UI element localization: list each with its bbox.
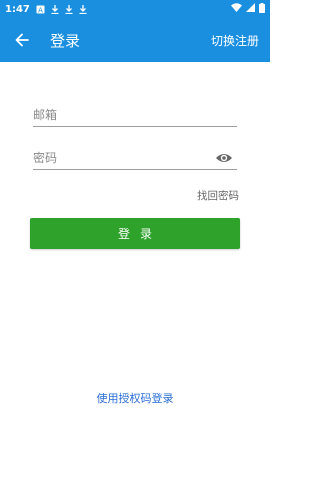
status-bar: 1:47 A bbox=[0, 0, 270, 18]
download-icon bbox=[51, 4, 59, 14]
password-field-container bbox=[33, 146, 237, 170]
email-field-container bbox=[33, 103, 237, 127]
auth-code-login-link[interactable]: 使用授权码登录 bbox=[0, 390, 270, 406]
download-icon bbox=[79, 4, 87, 14]
page-title: 登录 bbox=[50, 31, 81, 50]
eye-icon bbox=[216, 154, 232, 162]
status-system-icons bbox=[231, 2, 265, 16]
app-bar: 登录 切换注册 bbox=[0, 18, 270, 62]
signal-icon bbox=[246, 3, 255, 15]
status-notification-icons: A bbox=[36, 4, 87, 14]
download-icon bbox=[65, 4, 73, 14]
svg-text:A: A bbox=[38, 6, 43, 14]
login-button[interactable]: 登录 bbox=[30, 218, 240, 249]
battery-icon bbox=[259, 2, 265, 16]
show-password-toggle[interactable] bbox=[215, 149, 233, 167]
email-input[interactable] bbox=[33, 107, 237, 122]
status-time: 1:47 bbox=[5, 3, 30, 15]
back-arrow-icon bbox=[15, 33, 29, 47]
back-button[interactable] bbox=[4, 18, 40, 62]
switch-register-button[interactable]: 切换注册 bbox=[211, 32, 259, 49]
forgot-password-link[interactable]: 找回密码 bbox=[197, 188, 239, 203]
wifi-icon bbox=[231, 3, 242, 15]
notification-a-icon: A bbox=[36, 5, 45, 14]
password-input[interactable] bbox=[33, 150, 237, 165]
